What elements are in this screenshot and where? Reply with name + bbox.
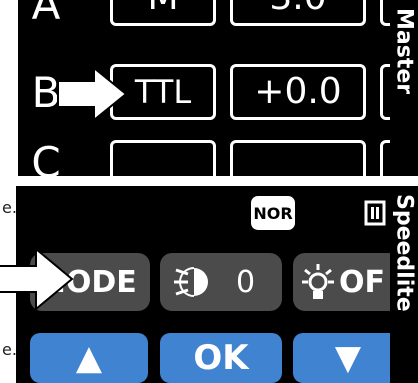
row-b-value: +0.0 [254, 71, 342, 112]
light-button[interactable]: OF [293, 253, 390, 311]
up-arrow-icon: ▲ [75, 338, 103, 378]
pointer-arrow-icon [0, 246, 74, 312]
light-value: OF [339, 264, 385, 300]
down-button[interactable]: ▼ [293, 333, 390, 383]
ok-button-label: OK [193, 338, 249, 378]
status-badge: NOR [251, 196, 295, 230]
row-c-value-cell[interactable]: - - [230, 140, 366, 176]
row-b-mode: TTL [134, 73, 192, 111]
up-button[interactable]: ▲ [30, 333, 148, 383]
row-a-mode-cell[interactable]: M [110, 0, 216, 26]
side-tab-speedlite: Speedlite [390, 186, 418, 383]
row-c-extra-cell[interactable] [380, 140, 390, 176]
flash-output-value: 0 [236, 264, 256, 300]
row-a-extra-cell[interactable] [380, 0, 390, 26]
side-tab-master-label: Master [391, 8, 417, 95]
row-a-mode: M [147, 0, 178, 16]
down-arrow-icon: ▼ [334, 338, 362, 378]
battery-icon [364, 200, 386, 226]
row-letter-c: C [31, 138, 61, 177]
side-text-bottom: e. [2, 340, 17, 359]
ok-button[interactable]: OK [160, 333, 282, 383]
flash-output-button[interactable]: 0 [160, 253, 282, 311]
row-a-value: 3.0 [269, 0, 326, 16]
row-c-mode: - - [144, 161, 181, 177]
row-c-value: - - [279, 161, 316, 177]
row-letter-a: A [31, 0, 61, 29]
row-b-extra-cell[interactable]: 0 [380, 64, 390, 120]
row-c-mode-cell[interactable]: - - [110, 140, 216, 176]
side-text-top: e. [2, 198, 17, 217]
master-screen: A M 3.0 B TTL +0.0 0 C - - - - [18, 0, 390, 176]
status-badge-label: NOR [253, 203, 293, 223]
side-tab-master: Master [390, 0, 418, 176]
light-bulb-icon [302, 264, 334, 299]
side-tab-speedlite-label: Speedlite [391, 194, 417, 312]
pointer-arrow-icon [57, 66, 128, 122]
row-a-value-cell[interactable]: 3.0 [230, 0, 366, 26]
flash-output-icon [174, 267, 208, 297]
row-b-value-cell[interactable]: +0.0 [230, 64, 366, 120]
